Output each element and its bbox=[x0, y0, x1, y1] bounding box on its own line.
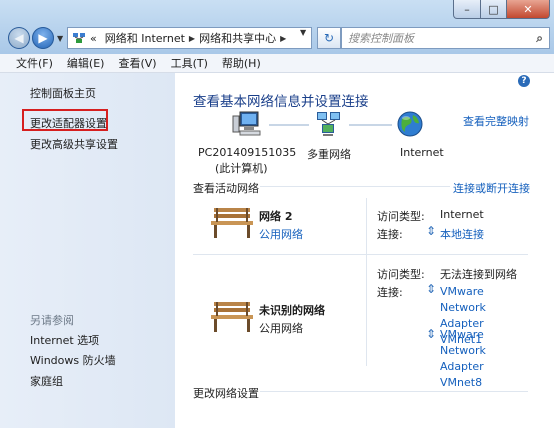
sidebar-item-change-adapter-settings[interactable]: 更改适配器设置 bbox=[30, 115, 107, 131]
network-name: 网络 2 bbox=[259, 210, 293, 223]
address-dropdown-arrow[interactable]: ▼ bbox=[300, 28, 306, 37]
menu-bar: 文件(F) 编辑(E) 查看(V) 工具(T) 帮助(H) bbox=[0, 54, 554, 73]
sidebar-item-control-panel-home[interactable]: 控制面板主页 bbox=[30, 85, 96, 101]
map-connector bbox=[349, 124, 392, 126]
help-icon[interactable]: ? bbox=[518, 75, 530, 87]
breadcrumb-chevron-icon[interactable]: ▶ bbox=[280, 34, 286, 43]
page-title: 查看基本网络信息并设置连接 bbox=[193, 94, 369, 110]
multiple-networks-icon bbox=[313, 111, 343, 140]
connections-label: 连接: bbox=[377, 228, 403, 241]
refresh-button[interactable]: ↻ bbox=[317, 27, 341, 49]
breadcrumb-chevron-icon[interactable]: ▶ bbox=[189, 34, 195, 43]
change-network-settings-title: 更改网络设置 bbox=[193, 387, 259, 400]
search-input[interactable]: 搜索控制面板 bbox=[348, 30, 536, 46]
breadcrumb-network-internet[interactable]: 网络和 Internet bbox=[105, 30, 185, 46]
bench-icon bbox=[210, 300, 254, 337]
computer-icon bbox=[232, 110, 264, 139]
access-type-value: 无法连接到网络 bbox=[440, 268, 517, 281]
bench-icon bbox=[210, 206, 254, 243]
maximize-button[interactable]: □ bbox=[481, 0, 507, 19]
menu-edit[interactable]: 编辑(E) bbox=[60, 55, 112, 71]
connection-link-vmnet8[interactable]: VMware Network Adapter VMnet8 bbox=[440, 327, 526, 391]
map-node-multiple-networks-label: 多重网络 bbox=[307, 148, 351, 161]
section-divider bbox=[260, 186, 450, 187]
map-connector bbox=[269, 124, 309, 126]
close-button[interactable]: ✕ bbox=[507, 0, 550, 19]
sidebar-item-internet-options[interactable]: Internet 选项 bbox=[30, 332, 99, 348]
connect-disconnect-link[interactable]: 连接或断开连接 bbox=[453, 180, 530, 196]
sidebar-item-homegroup[interactable]: 家庭组 bbox=[30, 373, 63, 389]
menu-file[interactable]: 文件(F) bbox=[0, 55, 60, 71]
section-divider bbox=[260, 391, 528, 392]
connections-label: 连接: bbox=[377, 286, 403, 299]
minimize-button[interactable]: – bbox=[453, 0, 481, 19]
ethernet-adapter-icon: ⇕ bbox=[426, 282, 437, 296]
sidebar-item-advanced-sharing-settings[interactable]: 更改高级共享设置 bbox=[30, 136, 118, 152]
ethernet-adapter-icon: ⇕ bbox=[426, 224, 437, 238]
breadcrumb-overflow[interactable]: « bbox=[90, 32, 97, 45]
network-type: 公用网络 bbox=[259, 322, 303, 335]
window-controls: – □ ✕ bbox=[453, 0, 550, 19]
search-icon[interactable]: ⌕ bbox=[536, 31, 543, 46]
globe-icon bbox=[396, 110, 424, 141]
menu-help[interactable]: 帮助(H) bbox=[215, 55, 268, 71]
active-networks-title: 查看活动网络 bbox=[193, 182, 259, 195]
access-type-label: 访问类型: bbox=[377, 210, 425, 223]
forward-button[interactable]: ▶ bbox=[32, 27, 54, 49]
network-type-link[interactable]: 公用网络 bbox=[259, 226, 303, 242]
map-node-computer-sub: (此计算机) bbox=[215, 162, 268, 175]
column-divider bbox=[366, 198, 367, 366]
menu-tools[interactable]: 工具(T) bbox=[164, 55, 215, 71]
network-divider bbox=[193, 254, 528, 255]
breadcrumb-network-sharing-center[interactable]: 网络和共享中心 bbox=[199, 30, 276, 46]
network-folder-icon bbox=[72, 32, 86, 44]
connection-link-local[interactable]: 本地连接 bbox=[440, 226, 484, 242]
see-also-heading: 另请参阅 bbox=[30, 314, 74, 327]
menu-view[interactable]: 查看(V) bbox=[111, 55, 163, 71]
map-node-computer-label: PC201409151035 bbox=[198, 146, 297, 159]
view-full-map-link[interactable]: 查看完整映射 bbox=[463, 113, 529, 129]
map-node-internet-label: Internet bbox=[400, 146, 444, 159]
address-bar[interactable]: « 网络和 Internet ▶ 网络和共享中心 ▶ bbox=[67, 27, 312, 49]
network-name: 未识别的网络 bbox=[259, 304, 325, 317]
ethernet-adapter-icon: ⇕ bbox=[426, 327, 437, 341]
access-type-label: 访问类型: bbox=[377, 268, 425, 281]
search-box[interactable]: 搜索控制面板 ⌕ bbox=[341, 27, 550, 49]
access-type-value: Internet bbox=[440, 208, 484, 221]
sidebar-item-windows-firewall[interactable]: Windows 防火墙 bbox=[30, 352, 116, 368]
title-bar: – □ ✕ ◀ ▶ ▼ « 网络和 Internet ▶ 网络和共享中心 ▶ ▼… bbox=[0, 0, 554, 54]
recent-pages-dropdown[interactable]: ▼ bbox=[57, 34, 63, 43]
back-button[interactable]: ◀ bbox=[8, 27, 30, 49]
